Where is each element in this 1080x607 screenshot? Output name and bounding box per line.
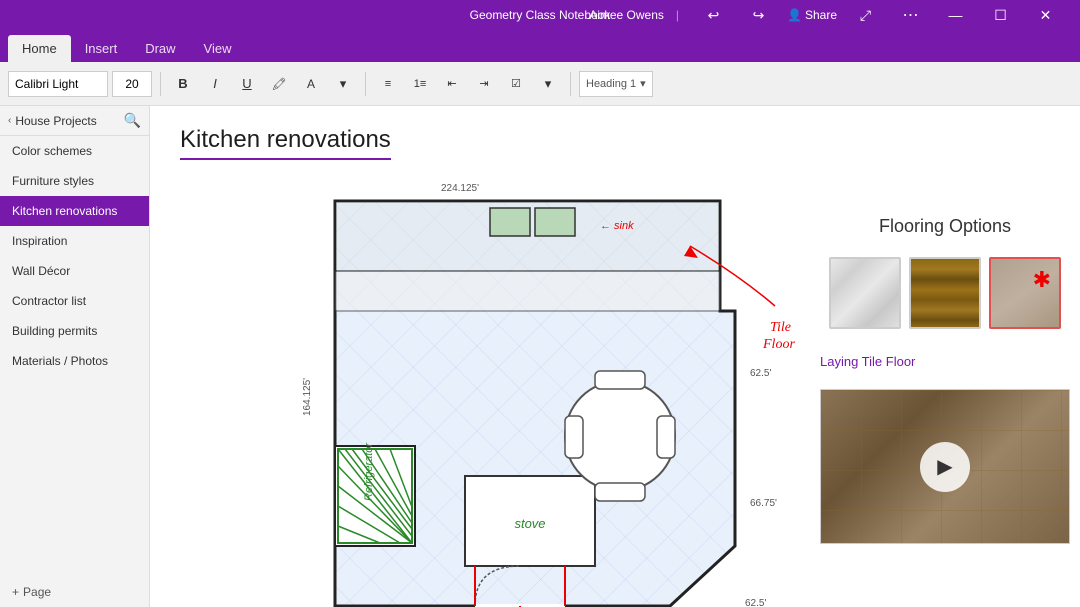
flooring-thumb-wood[interactable]	[909, 257, 981, 329]
flooring-thumb-concrete[interactable]: ✱	[989, 257, 1061, 329]
sep3	[570, 72, 571, 96]
video-thumbnail[interactable]: ▶	[820, 389, 1070, 544]
floor-plan-container: 224.125' 62.5' 66.75' 164.125' 224.5' 62…	[180, 176, 800, 607]
indent-inc-btn[interactable]: ⇥	[470, 71, 498, 97]
add-page-btn[interactable]: + Page	[0, 577, 149, 607]
wood-texture	[911, 259, 979, 327]
bullets-btn[interactable]: ≡	[374, 71, 402, 97]
app-title: Geometry Class Notebook	[470, 8, 611, 22]
tab-draw[interactable]: Draw	[131, 35, 189, 62]
minimize-btn[interactable]: —	[933, 0, 978, 30]
sidebar-collapse-btn[interactable]: ‹	[8, 115, 11, 126]
sidebar-item-color-schemes[interactable]: Color schemes	[0, 136, 149, 166]
floor-plan-svg: 224.125' 62.5' 66.75' 164.125' 224.5' 62…	[180, 176, 800, 607]
tab-view[interactable]: View	[190, 35, 246, 62]
undo-btn[interactable]: ↩	[691, 0, 736, 30]
video-link-section: Laying Tile Floor	[820, 353, 1070, 371]
notebook-name: House Projects	[15, 114, 96, 128]
sidebar-item-kitchen-renovations[interactable]: Kitchen renovations	[0, 196, 149, 226]
text-color-btn[interactable]: A	[297, 71, 325, 97]
sidebar-header: ‹ House Projects 🔍	[0, 106, 149, 136]
tab-insert[interactable]: Insert	[71, 35, 132, 62]
sep1	[160, 72, 161, 96]
underline-btn[interactable]: U	[233, 71, 261, 97]
main-layout: ‹ House Projects 🔍 Color schemes Furnitu…	[0, 106, 1080, 607]
toolbar: B I U 🖍 A ▾ ≡ 1≡ ⇤ ⇥ ☑ ▾ Heading 1 ▾	[0, 62, 1080, 106]
flooring-title: Flooring Options	[820, 216, 1070, 237]
flooring-thumbnails: ✱	[820, 257, 1070, 329]
highlight-btn[interactable]: 🖍	[265, 71, 293, 97]
sidebar-item-contractor-list[interactable]: Contractor list	[0, 286, 149, 316]
flooring-panel: Flooring Options ✱ Laying Til	[820, 176, 1070, 607]
close-btn[interactable]: ✕	[1023, 0, 1068, 30]
more-format-btn[interactable]: ▾	[329, 71, 357, 97]
sidebar-item-materials-photos[interactable]: Materials / Photos	[0, 346, 149, 376]
checkbox-btn[interactable]: ☑	[502, 71, 530, 97]
font-name-input[interactable]	[8, 71, 108, 97]
font-size-input[interactable]	[112, 71, 152, 97]
person-icon[interactable]: 👤Share	[781, 0, 843, 30]
svg-text:62.5': 62.5'	[745, 598, 766, 607]
ribbon-tabs: Home Insert Draw View	[0, 30, 1080, 62]
marble-texture	[831, 259, 899, 327]
sidebar-item-inspiration[interactable]: Inspiration	[0, 226, 149, 256]
video-play-btn[interactable]: ▶	[920, 442, 970, 492]
sidebar-search-btn[interactable]: 🔍	[124, 112, 141, 129]
maximize-btn[interactable]: ☐	[978, 0, 1023, 30]
content-area: Kitchen renovations 224.125' 62.5' 66.75…	[150, 106, 1080, 607]
red-star-annotation: ✱	[1033, 267, 1051, 293]
svg-text:164.125': 164.125'	[302, 378, 313, 416]
more-options-btn[interactable]: ⋯	[888, 0, 933, 30]
concrete-texture: ✱	[991, 259, 1059, 327]
sep2	[365, 72, 366, 96]
expand-btn[interactable]: ⤢	[843, 0, 888, 30]
heading-dropdown-icon[interactable]: ▾	[640, 77, 646, 90]
sidebar-item-furniture-styles[interactable]: Furniture styles	[0, 166, 149, 196]
title-bar: Geometry Class Notebook Aimee Owens | ↩ …	[0, 0, 1080, 30]
video-link[interactable]: Laying Tile Floor	[820, 354, 915, 369]
svg-text:66.75': 66.75'	[750, 498, 777, 509]
bold-btn[interactable]: B	[169, 71, 197, 97]
sidebar-item-wall-decor[interactable]: Wall Décor	[0, 256, 149, 286]
flooring-thumb-marble[interactable]	[829, 257, 901, 329]
sidebar: ‹ House Projects 🔍 Color schemes Furnitu…	[0, 106, 150, 607]
svg-text:Floor: Floor	[762, 337, 795, 352]
numbered-btn[interactable]: 1≡	[406, 71, 434, 97]
sidebar-item-building-permits[interactable]: Building permits	[0, 316, 149, 346]
add-page-label: Page	[23, 585, 51, 599]
svg-text:62.5': 62.5'	[750, 368, 771, 379]
tab-home[interactable]: Home	[8, 35, 71, 62]
svg-text:stove: stove	[514, 516, 545, 531]
content-body: 224.125' 62.5' 66.75' 164.125' 224.5' 62…	[180, 176, 1050, 607]
heading-label: Heading 1	[586, 78, 636, 90]
svg-text:224.125': 224.125'	[441, 183, 479, 194]
svg-text:Tile: Tile	[770, 320, 791, 335]
svg-text:← sink: ← sink	[600, 220, 634, 232]
more-para-btn[interactable]: ▾	[534, 71, 562, 97]
share-btn[interactable]: Share	[805, 8, 837, 22]
svg-text:Refrigerator: Refrigerator	[363, 442, 375, 501]
indent-dec-btn[interactable]: ⇤	[438, 71, 466, 97]
add-page-icon: +	[12, 585, 19, 599]
heading-selector[interactable]: Heading 1 ▾	[579, 71, 653, 97]
page-title: Kitchen renovations	[180, 126, 391, 160]
redo-btn[interactable]: ↪	[736, 0, 781, 30]
italic-btn[interactable]: I	[201, 71, 229, 97]
